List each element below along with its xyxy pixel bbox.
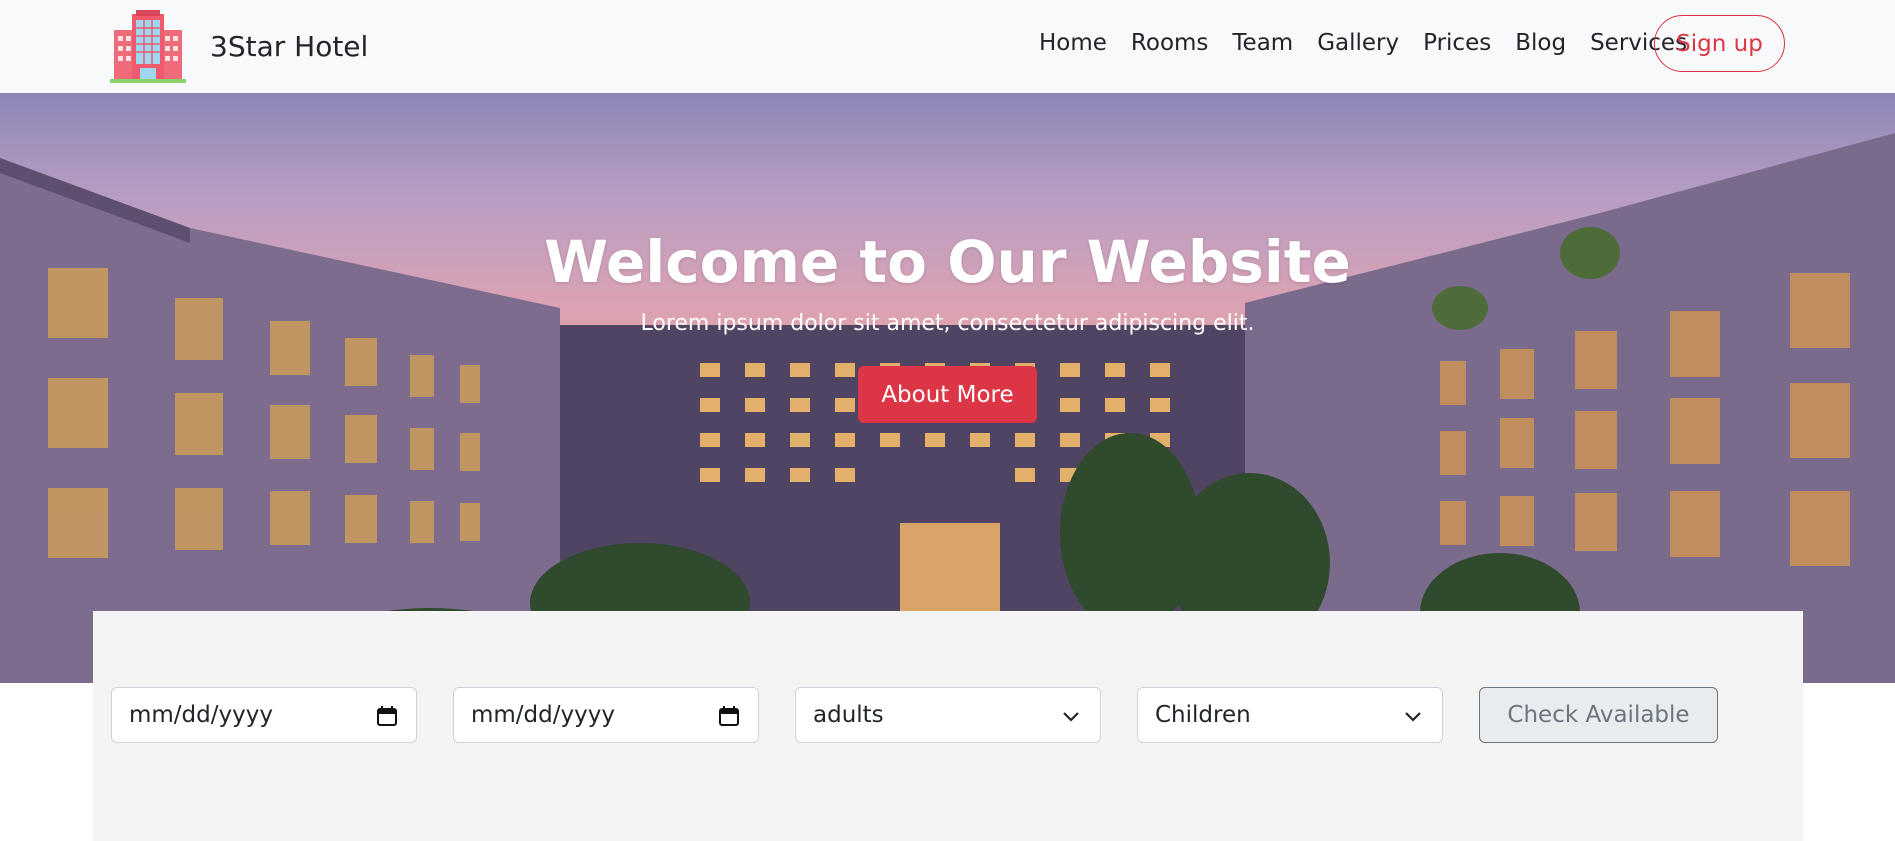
brand[interactable]: 3Star Hotel	[110, 8, 368, 84]
adults-select[interactable]: adults	[795, 687, 1101, 743]
children-select[interactable]: Children	[1137, 687, 1443, 743]
hero-section: Welcome to Our Website Lorem ipsum dolor…	[0, 93, 1895, 683]
nav-link-gallery[interactable]: Gallery	[1317, 30, 1399, 56]
about-more-button[interactable]: About More	[858, 366, 1037, 423]
checkout-date-value: mm/dd/yyyy	[471, 702, 615, 728]
hotel-building-icon	[110, 10, 186, 83]
chevron-down-icon	[1063, 712, 1079, 722]
children-select-value: Children	[1155, 702, 1251, 728]
calendar-icon[interactable]	[376, 705, 398, 727]
nav-link-team[interactable]: Team	[1232, 30, 1293, 56]
calendar-icon[interactable]	[718, 705, 740, 727]
checkin-date-input[interactable]: mm/dd/yyyy	[111, 687, 417, 743]
nav-link-prices[interactable]: Prices	[1423, 30, 1491, 56]
brand-name: 3Star Hotel	[210, 29, 369, 63]
adults-select-value: adults	[813, 702, 884, 728]
nav-links: Home Rooms Team Gallery Prices Blog Serv…	[1039, 30, 1711, 56]
navbar: 3Star Hotel Home Rooms Team Gallery Pric…	[0, 0, 1895, 93]
chevron-down-icon	[1405, 712, 1421, 722]
signup-button[interactable]: Sign up	[1654, 15, 1785, 72]
booking-panel: mm/dd/yyyy mm/dd/yyyy adults Children Ch…	[93, 611, 1803, 841]
nav-link-blog[interactable]: Blog	[1515, 30, 1566, 56]
nav-link-rooms[interactable]: Rooms	[1131, 30, 1208, 56]
nav-link-home[interactable]: Home	[1039, 30, 1107, 56]
hero-subtitle: Lorem ipsum dolor sit amet, consectetur …	[640, 311, 1255, 336]
checkin-date-value: mm/dd/yyyy	[129, 702, 273, 728]
check-available-button[interactable]: Check Available	[1479, 687, 1718, 743]
hero-title: Welcome to Our Website	[544, 228, 1351, 296]
checkout-date-input[interactable]: mm/dd/yyyy	[453, 687, 759, 743]
